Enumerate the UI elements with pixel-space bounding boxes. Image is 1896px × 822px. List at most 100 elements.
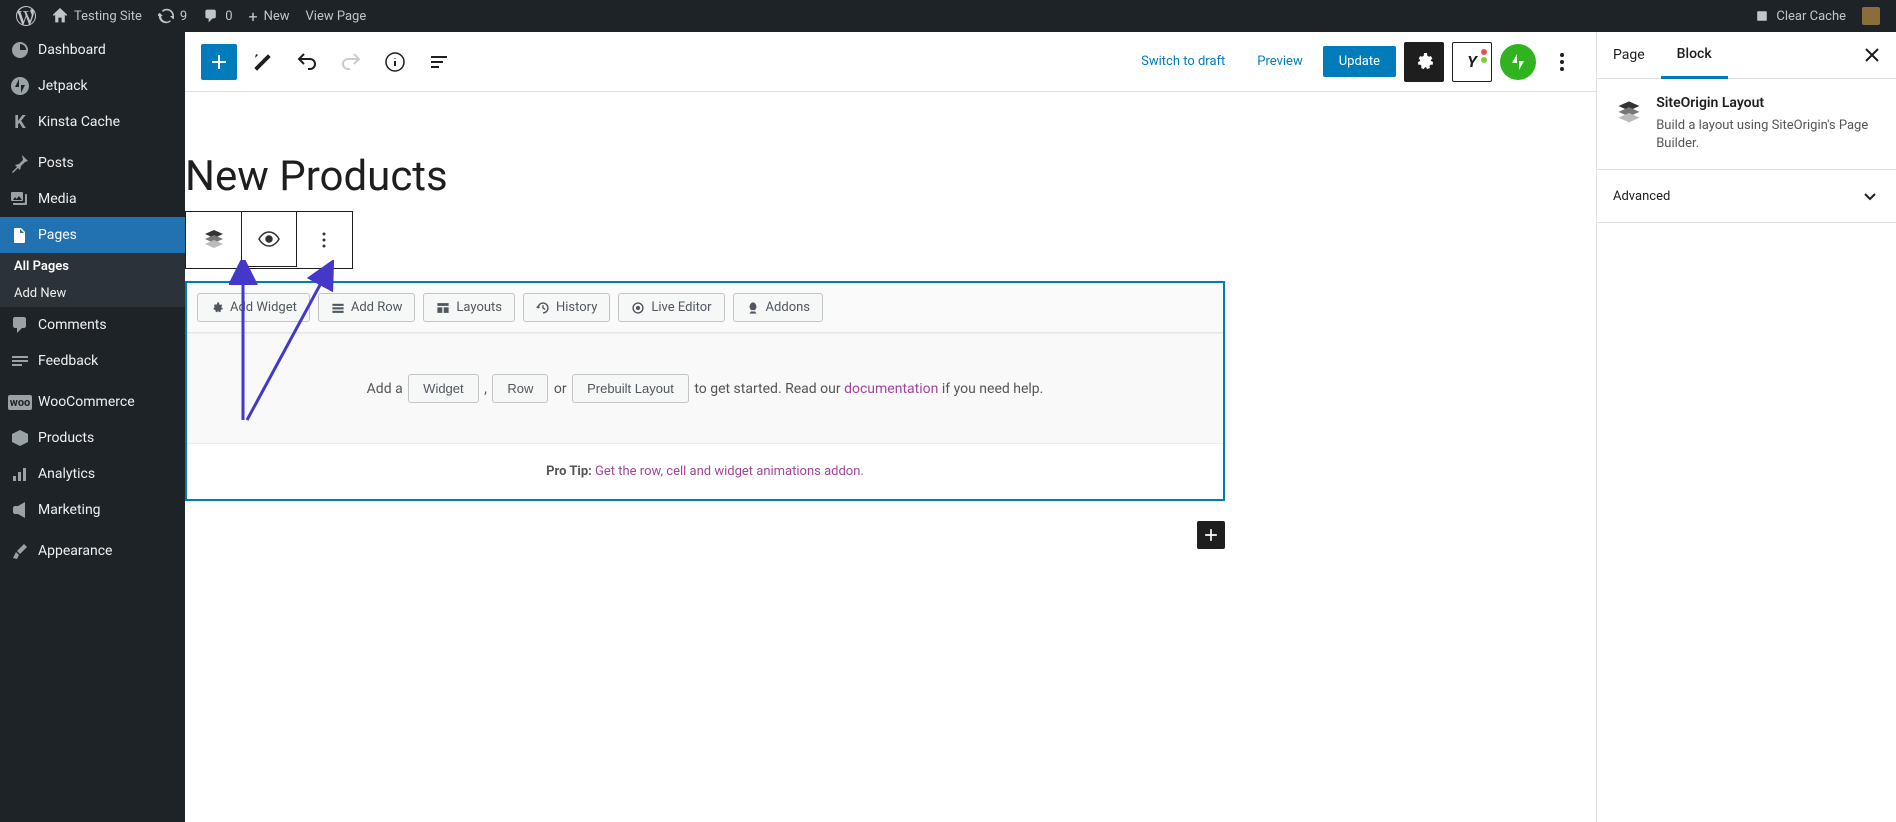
- label: Add Row: [351, 300, 403, 315]
- label: History: [556, 300, 597, 315]
- menu-pages[interactable]: Pages: [0, 217, 185, 253]
- comments[interactable]: 0: [195, 0, 240, 32]
- siteorigin-empty-state: Add a Widget , Row or Prebuilt Layout to…: [187, 333, 1223, 444]
- block-toolbar: [185, 211, 353, 269]
- block-description: Build a layout using SiteOrigin's Page B…: [1656, 117, 1880, 153]
- comment-icon: [203, 8, 219, 24]
- clear-cache[interactable]: Clear Cache: [1746, 0, 1854, 32]
- update-icon: [158, 8, 174, 24]
- jetpack-icon: [10, 76, 30, 96]
- block-preview-button[interactable]: [241, 211, 297, 267]
- comments-icon: [10, 315, 30, 335]
- protip-link[interactable]: Get the row, cell and widget animations …: [595, 464, 864, 479]
- submenu-add-new[interactable]: Add New: [0, 280, 185, 307]
- site-name[interactable]: Testing Site: [44, 0, 150, 32]
- siteorigin-panel: Add Widget Add Row Layouts History: [185, 281, 1225, 501]
- add-block-button[interactable]: [201, 44, 237, 80]
- menu-feedback[interactable]: Feedback: [0, 343, 185, 379]
- advanced-section[interactable]: Advanced: [1597, 170, 1896, 223]
- page-title[interactable]: New Products: [185, 152, 1225, 201]
- row-quick-button[interactable]: Row: [492, 374, 548, 403]
- editor-header: Switch to draft Preview Update Y: [185, 32, 1596, 92]
- history-icon: [536, 301, 550, 315]
- more-options-button[interactable]: [1544, 44, 1580, 80]
- user-menu[interactable]: [1854, 0, 1888, 32]
- live-editor-button[interactable]: Live Editor: [618, 293, 724, 322]
- media-icon: [10, 189, 30, 209]
- rocket-icon: [746, 301, 760, 315]
- documentation-link[interactable]: documentation: [844, 381, 938, 397]
- block-info: SiteOrigin Layout Build a layout using S…: [1597, 79, 1896, 170]
- updates-count: 9: [180, 9, 187, 24]
- chevron-down-icon: [1860, 186, 1880, 206]
- update-button[interactable]: Update: [1323, 46, 1396, 77]
- menu-media[interactable]: Media: [0, 181, 185, 217]
- menu-label: WooCommerce: [38, 394, 135, 410]
- menu-products[interactable]: Products: [0, 420, 185, 456]
- tab-block[interactable]: Block: [1661, 32, 1728, 79]
- new-label: New: [264, 9, 290, 24]
- kinsta-icon: K: [10, 112, 30, 132]
- menu-label: Dashboard: [38, 42, 106, 58]
- admin-sidebar: Dashboard Jetpack K Kinsta Cache Posts M…: [0, 32, 185, 822]
- siteorigin-toolbar: Add Widget Add Row Layouts History: [187, 283, 1223, 333]
- prebuilt-quick-button[interactable]: Prebuilt Layout: [572, 374, 689, 403]
- history-button[interactable]: History: [523, 293, 610, 322]
- menu-jetpack[interactable]: Jetpack: [0, 68, 185, 104]
- add-widget-button[interactable]: Add Widget: [197, 293, 310, 322]
- jetpack-button[interactable]: [1500, 44, 1536, 80]
- yoast-icon: Y: [1467, 52, 1477, 71]
- block-type-button[interactable]: [186, 212, 242, 268]
- menu-posts[interactable]: Posts: [0, 145, 185, 181]
- menu-woocommerce[interactable]: woo WooCommerce: [0, 384, 185, 420]
- widget-quick-button[interactable]: Widget: [408, 374, 478, 403]
- new-content[interactable]: + New: [241, 0, 298, 32]
- admin-bar: Testing Site 9 0 + New View Page Clear: [0, 0, 1896, 32]
- label: Live Editor: [651, 300, 711, 315]
- menu-marketing[interactable]: Marketing: [0, 492, 185, 528]
- wp-logo[interactable]: [8, 0, 44, 32]
- menu-label: Appearance: [38, 543, 112, 559]
- analytics-icon: [10, 464, 30, 484]
- rows-icon: [331, 301, 345, 315]
- menu-appearance[interactable]: Appearance: [0, 533, 185, 569]
- pin-icon: [10, 153, 30, 173]
- settings-button[interactable]: [1404, 42, 1444, 82]
- siteorigin-block-icon: [1613, 95, 1644, 131]
- append-block-button[interactable]: [1197, 521, 1225, 549]
- settings-sidebar: Page Block SiteOrigin Layout Build a lay…: [1596, 32, 1896, 822]
- yoast-button[interactable]: Y: [1452, 42, 1492, 82]
- close-settings[interactable]: [1848, 33, 1896, 77]
- block-more-button[interactable]: [296, 212, 352, 268]
- menu-dashboard[interactable]: Dashboard: [0, 32, 185, 68]
- switch-to-draft[interactable]: Switch to draft: [1129, 46, 1237, 77]
- products-icon: [10, 428, 30, 448]
- menu-label: Marketing: [38, 502, 101, 518]
- tab-page[interactable]: Page: [1597, 33, 1661, 77]
- view-page[interactable]: View Page: [298, 0, 375, 32]
- label: Addons: [766, 300, 810, 315]
- updates[interactable]: 9: [150, 0, 195, 32]
- woo-icon: woo: [10, 392, 30, 412]
- details-button[interactable]: [377, 44, 413, 80]
- undo-button[interactable]: [289, 44, 325, 80]
- pages-icon: [10, 225, 30, 245]
- layouts-button[interactable]: Layouts: [423, 293, 515, 322]
- feedback-icon: [10, 351, 30, 371]
- trash-icon: [1754, 8, 1770, 24]
- addons-button[interactable]: Addons: [733, 293, 823, 322]
- tools-button[interactable]: [245, 44, 281, 80]
- block-title: SiteOrigin Layout: [1656, 95, 1880, 111]
- add-row-button[interactable]: Add Row: [318, 293, 416, 322]
- eye-icon: [631, 301, 645, 315]
- megaphone-icon: [10, 500, 30, 520]
- preview-button[interactable]: Preview: [1245, 46, 1314, 77]
- protip: Pro Tip: Get the row, cell and widget an…: [187, 444, 1223, 499]
- submenu-all-pages[interactable]: All Pages: [0, 253, 185, 280]
- outline-button[interactable]: [421, 44, 457, 80]
- home-icon: [52, 8, 68, 24]
- avatar: [1862, 7, 1880, 25]
- menu-kinsta[interactable]: K Kinsta Cache: [0, 104, 185, 140]
- menu-comments[interactable]: Comments: [0, 307, 185, 343]
- menu-analytics[interactable]: Analytics: [0, 456, 185, 492]
